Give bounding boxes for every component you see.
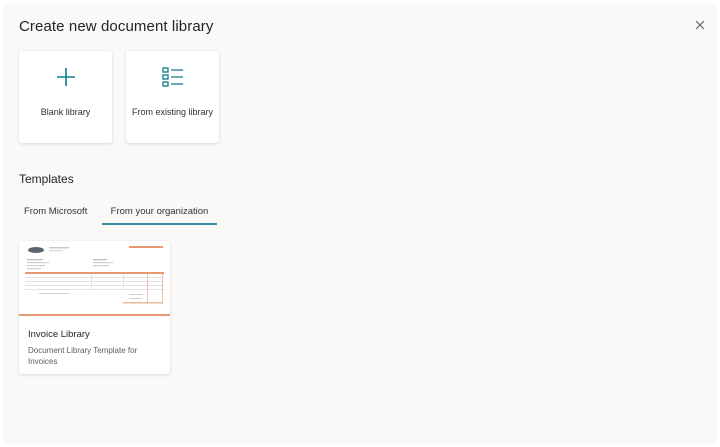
tab-from-microsoft[interactable]: From Microsoft bbox=[24, 206, 87, 223]
close-button[interactable] bbox=[691, 16, 709, 34]
blank-library-label: Blank library bbox=[40, 107, 91, 117]
close-icon bbox=[695, 20, 705, 30]
list-icon bbox=[161, 67, 183, 87]
plus-icon bbox=[56, 68, 75, 86]
tab-from-your-organization[interactable]: From your organization bbox=[102, 206, 217, 225]
template-card-invoice-library[interactable]: Invoice Library Document Library Templat… bbox=[19, 241, 170, 374]
invoice-thumbnail bbox=[19, 241, 170, 316]
blank-library-card[interactable]: Blank library bbox=[19, 51, 112, 143]
dialog-title: Create new document library bbox=[19, 18, 214, 35]
from-existing-library-label: From existing library bbox=[131, 107, 214, 117]
from-existing-library-card[interactable]: From existing library bbox=[126, 51, 219, 143]
invoice-thumbnail-graphic bbox=[19, 241, 170, 314]
templates-heading: Templates bbox=[19, 172, 74, 186]
template-description: Document Library Template for Invoices bbox=[28, 346, 138, 366]
template-name: Invoice Library bbox=[28, 329, 90, 340]
create-library-dialog: Create new document library Blank librar… bbox=[3, 3, 717, 444]
